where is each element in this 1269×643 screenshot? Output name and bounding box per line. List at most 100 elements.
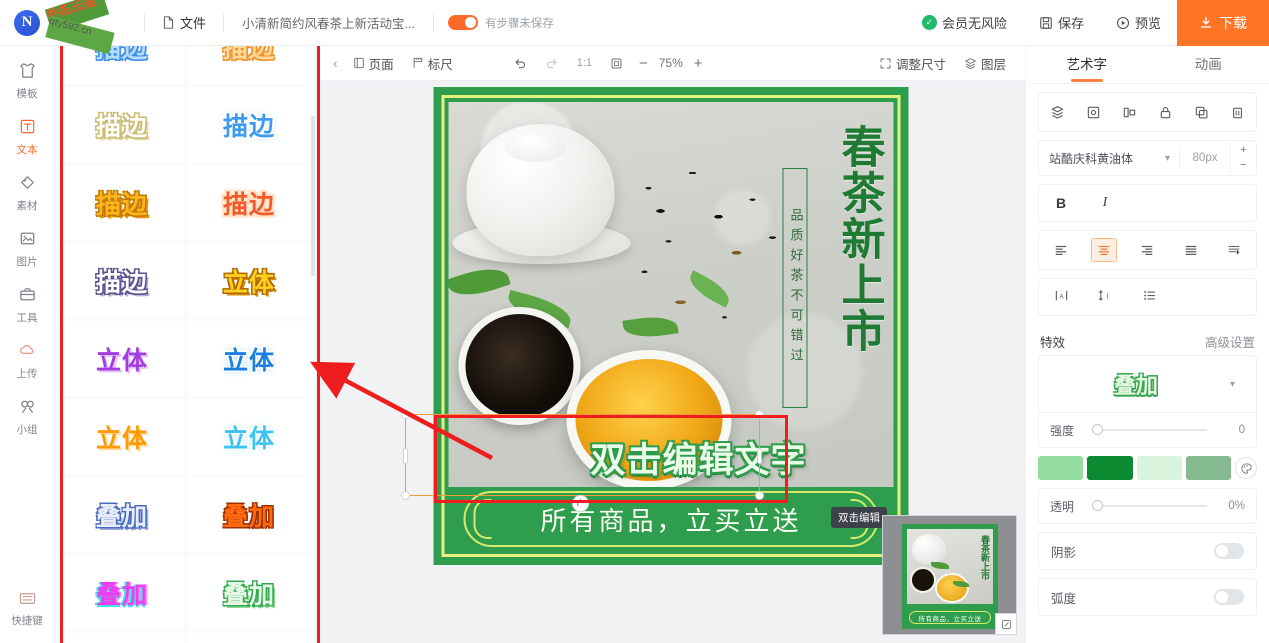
curve-toggle[interactable] xyxy=(1214,589,1244,605)
font-size-decrease[interactable]: − xyxy=(1240,158,1246,173)
font-family-select[interactable]: 站酷庆科黄油体 xyxy=(1039,150,1156,167)
poster-subtitle-box[interactable]: 品质好茶不可错过 xyxy=(782,168,808,408)
advanced-settings-link[interactable]: 高级设置 xyxy=(1205,332,1255,351)
style-item[interactable]: 描边 xyxy=(187,165,311,240)
layers-button[interactable]: 图层 xyxy=(955,46,1015,81)
sidebar-item-material[interactable]: 素材 xyxy=(4,166,50,218)
opacity-slider[interactable] xyxy=(1092,500,1207,511)
style-item[interactable]: 立体 xyxy=(187,321,311,396)
sidebar-item-tools[interactable]: 工具 xyxy=(4,278,50,330)
style-item[interactable]: 描边 xyxy=(60,46,184,84)
file-icon xyxy=(162,16,175,29)
page-button[interactable]: 页面 xyxy=(344,46,403,81)
style-item[interactable]: 立体 xyxy=(60,399,184,474)
style-item[interactable]: 叠加 xyxy=(187,633,311,643)
resize-handle[interactable] xyxy=(401,491,410,500)
copy-icon[interactable] xyxy=(1194,105,1209,120)
poster-promo-banner[interactable]: 所有商品，立买立送 xyxy=(463,491,879,547)
delete-icon[interactable] xyxy=(1230,105,1245,120)
tab-animation[interactable]: 动画 xyxy=(1148,46,1269,84)
effect-preview-sample[interactable]: 叠加 xyxy=(1051,368,1221,400)
material-icon xyxy=(18,173,37,196)
style-item[interactable]: 叠加 xyxy=(187,477,311,552)
thumbnail-leaf xyxy=(931,562,949,569)
style-item[interactable]: 立体 xyxy=(60,321,184,396)
align-left-icon[interactable] xyxy=(1048,238,1074,262)
swatch-1[interactable] xyxy=(1038,456,1084,480)
resize-handle-right[interactable] xyxy=(757,448,762,464)
sidebar-item-group[interactable]: 小组 xyxy=(4,390,50,442)
style-item[interactable]: 立体 xyxy=(187,243,311,318)
redo-button[interactable] xyxy=(536,46,568,81)
style-item[interactable]: 叠加 xyxy=(60,555,184,630)
align-right-icon[interactable] xyxy=(1134,238,1160,262)
italic-button[interactable]: I xyxy=(1083,195,1127,211)
style-item[interactable]: 叠加 xyxy=(60,477,184,552)
intensity-slider[interactable] xyxy=(1092,424,1207,435)
align-center-icon[interactable] xyxy=(1091,238,1118,262)
sidebar-item-upload[interactable]: 上传 xyxy=(4,334,50,386)
resize-handle-left[interactable] xyxy=(403,448,408,464)
font-size-input[interactable]: 80px xyxy=(1180,152,1230,164)
style-item[interactable]: 描边 xyxy=(60,165,184,240)
line-height-icon[interactable]: I xyxy=(1083,288,1127,306)
align-distribute-icon[interactable] xyxy=(1221,238,1247,262)
style-item[interactable]: 叠加 xyxy=(187,555,311,630)
zoom-out-button[interactable]: − xyxy=(632,55,655,72)
slider-knob[interactable] xyxy=(1092,424,1103,435)
chevron-down-icon[interactable]: ▾ xyxy=(1221,379,1244,390)
resize-handle[interactable] xyxy=(755,410,764,419)
preview-button[interactable]: 预览 xyxy=(1100,0,1177,46)
font-size-stepper[interactable]: + − xyxy=(1230,143,1256,173)
scale-1to1-button[interactable]: 1:1 xyxy=(568,46,601,81)
letter-spacing-icon[interactable]: A xyxy=(1039,288,1083,306)
download-button[interactable]: 下载 xyxy=(1177,0,1269,46)
autosave-toggle[interactable] xyxy=(447,15,478,30)
style-item[interactable]: 描边 xyxy=(60,243,184,318)
style-panel-scrollbar[interactable] xyxy=(311,116,315,276)
poster-vertical-title[interactable]: 春茶新上市 xyxy=(824,124,885,354)
selection-frame[interactable] xyxy=(401,410,764,500)
resize-button[interactable]: 调整尺寸 xyxy=(870,46,955,81)
align-icon[interactable] xyxy=(1122,105,1137,120)
layer-order-icon[interactable] xyxy=(1050,105,1065,120)
undo-button[interactable] xyxy=(504,46,536,81)
brand-logo[interactable]: N 乔拓云建站 qty592.cn xyxy=(0,0,140,54)
chevron-left-icon[interactable]: ‹ xyxy=(327,55,344,71)
style-item[interactable]: 描边 xyxy=(60,87,184,162)
font-size-increase[interactable]: + xyxy=(1240,143,1246,158)
sidebar-item-image[interactable]: 图片 xyxy=(4,222,50,274)
sidebar-item-text[interactable]: 文本 xyxy=(4,110,50,162)
swatch-3[interactable] xyxy=(1136,456,1182,480)
sidebar-item-template[interactable]: 模板 xyxy=(4,54,50,106)
save-button[interactable]: 保存 xyxy=(1023,0,1100,46)
resize-handle[interactable] xyxy=(401,410,410,419)
align-justify-icon[interactable] xyxy=(1178,238,1204,262)
page-thumbnail[interactable]: 春茶新上市 所有商品，立买立送 xyxy=(882,515,1017,635)
swatch-4[interactable] xyxy=(1185,456,1231,480)
position-icon[interactable] xyxy=(1086,105,1101,120)
sidebar-item-shortcuts[interactable]: 快捷键 xyxy=(4,583,50,633)
style-item[interactable]: 描边 xyxy=(187,87,311,162)
rotate-handle[interactable] xyxy=(572,495,589,512)
lock-icon[interactable] xyxy=(1158,105,1173,120)
fit-screen-button[interactable] xyxy=(601,46,632,81)
document-title[interactable]: 小清新简约风春茶上新活动宝... xyxy=(228,13,429,32)
chevron-down-icon[interactable]: ▾ xyxy=(1156,153,1179,164)
swatch-2[interactable] xyxy=(1087,456,1133,480)
bold-button[interactable]: B xyxy=(1039,195,1083,211)
slider-knob[interactable] xyxy=(1092,500,1103,511)
zoom-in-button[interactable]: + xyxy=(687,55,710,72)
file-menu-button[interactable]: 文件 xyxy=(149,0,219,46)
ruler-button[interactable]: 标尺 xyxy=(403,46,462,81)
style-item[interactable]: 描边 xyxy=(187,46,311,84)
style-item[interactable]: 叠加 xyxy=(60,633,184,643)
list-icon[interactable] xyxy=(1127,288,1171,306)
resize-handle[interactable] xyxy=(755,491,764,500)
canvas-area[interactable]: 品质好茶不可错过 春茶新上市 双击编辑文字 所有商品，立买立送 双击编辑 春茶新… xyxy=(317,81,1025,643)
style-item[interactable]: 立体 xyxy=(187,399,311,474)
expand-icon[interactable] xyxy=(995,613,1017,635)
tab-artistic-text[interactable]: 艺术字 xyxy=(1026,46,1148,84)
shadow-toggle[interactable] xyxy=(1214,543,1244,559)
color-picker-icon[interactable] xyxy=(1235,457,1257,479)
